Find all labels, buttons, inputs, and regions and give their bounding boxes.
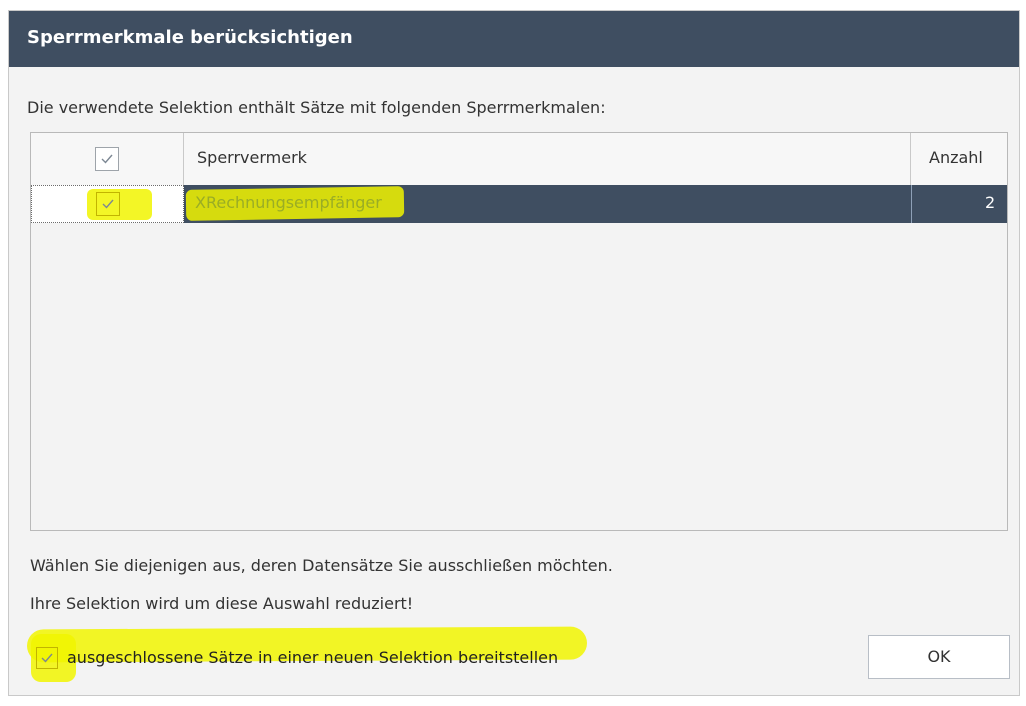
row-check-cell[interactable] <box>31 185 184 223</box>
header-sperrvermerk-label: Sperrvermerk <box>197 148 307 167</box>
new-selection-checkbox[interactable] <box>36 647 58 669</box>
header-sperrvermerk[interactable]: Sperrvermerk <box>184 133 911 185</box>
info-line-2: Ihre Selektion wird um diese Auswahl red… <box>30 594 414 613</box>
row-label-cell: XRechnungsempfänger <box>184 185 911 223</box>
row-label: XRechnungsempfänger <box>195 193 382 212</box>
row-count: 2 <box>985 193 996 212</box>
checkmark-icon <box>102 199 114 209</box>
dialog-title: Sperrmerkmale berücksichtigen <box>27 27 353 48</box>
checkmark-icon <box>101 154 113 164</box>
header-anzahl[interactable]: Anzahl <box>911 133 1007 185</box>
checkmark-icon <box>41 653 53 663</box>
ok-button[interactable]: OK <box>868 635 1010 679</box>
new-selection-label: ausgeschlossene Sätze in einer neuen Sel… <box>67 648 559 667</box>
blocking-features-grid: Sperrvermerk Anzahl XRechnungsempfänger <box>30 132 1008 531</box>
info-line-1: Wählen Sie diejenigen aus, deren Datensä… <box>30 556 613 575</box>
select-all-checkbox[interactable] <box>95 147 119 171</box>
dialog-titlebar: Sperrmerkmale berücksichtigen <box>9 11 1019 67</box>
header-anzahl-label: Anzahl <box>929 148 983 167</box>
grid-header: Sperrvermerk Anzahl <box>31 133 1007 186</box>
table-row[interactable]: XRechnungsempfänger 2 <box>31 185 1007 223</box>
row-count-cell: 2 <box>911 185 1007 223</box>
header-select-all-cell[interactable] <box>31 133 184 185</box>
row-checkbox[interactable] <box>96 192 120 216</box>
blocking-features-dialog: Sperrmerkmale berücksichtigen Die verwen… <box>8 10 1020 696</box>
intro-text: Die verwendete Selektion enthält Sätze m… <box>27 98 606 117</box>
